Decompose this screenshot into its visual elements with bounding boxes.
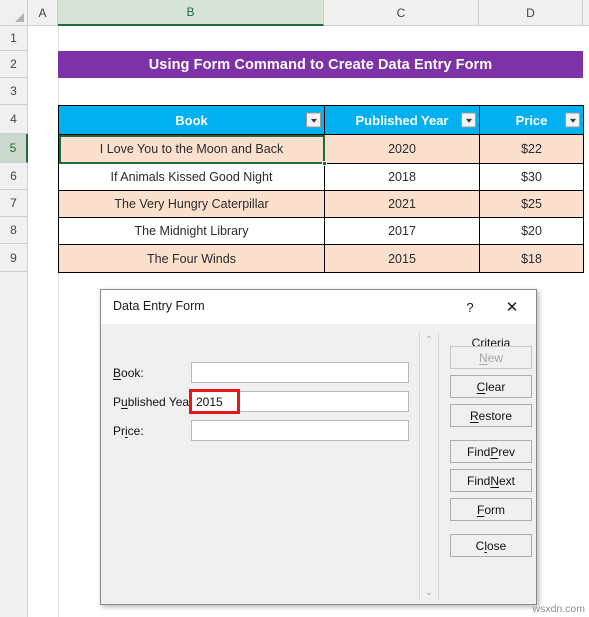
row-header-filler	[0, 272, 28, 617]
filter-dropdown-icon[interactable]	[461, 112, 476, 128]
table-row: If Animals Kissed Good Night 2018 $30	[58, 163, 584, 191]
table-cell-price[interactable]: $30	[479, 163, 584, 191]
table-cell-book[interactable]: The Very Hungry Caterpillar	[58, 190, 325, 218]
select-all-corner[interactable]	[0, 0, 28, 26]
table-header-cell: Published Year	[324, 105, 480, 135]
row-header-7[interactable]: 7	[0, 190, 28, 217]
field-label: Published Year:	[113, 395, 197, 409]
dialog-body: Book: Published Year: 2015 Price: ⌃ ⌄ Crite…	[101, 324, 536, 604]
row-header-5[interactable]: 5	[0, 134, 28, 163]
help-icon[interactable]: ?	[458, 296, 482, 318]
dialog-titlebar[interactable]: Data Entry Form ? ✕	[101, 290, 536, 324]
table-row: The Four Winds 2015 $18	[58, 244, 584, 273]
table-cell-book[interactable]: I Love You to the Moon and Back	[58, 134, 327, 166]
column-header-b[interactable]: B	[58, 0, 324, 26]
table-cell-book[interactable]: If Animals Kissed Good Night	[58, 163, 325, 191]
data-entry-form-dialog: Data Entry Form ? ✕ Book: Published Year:…	[100, 289, 537, 605]
table-header-row: Book Published Year Price	[58, 105, 584, 135]
selection-fill-handle[interactable]	[322, 161, 327, 166]
scroll-up-icon[interactable]: ⌃	[420, 332, 438, 348]
table-header-label: Book	[175, 112, 208, 128]
dialog-title: Data Entry Form	[113, 299, 205, 313]
table-cell-price[interactable]: $18	[479, 244, 584, 273]
filter-dropdown-icon[interactable]	[306, 112, 321, 128]
field-input[interactable]	[191, 420, 409, 441]
find-prev-button[interactable]: Find Prev	[450, 440, 532, 463]
table-body: I Love You to the Moon and Back 2020 $22 If…	[58, 134, 584, 273]
record-scrollbar[interactable]: ⌃ ⌄	[419, 332, 439, 600]
row-header-9[interactable]: 9	[0, 244, 28, 272]
table-cell-book[interactable]: The Four Winds	[58, 244, 325, 273]
filter-dropdown-icon[interactable]	[565, 112, 580, 128]
watermark: wsxdn.com	[532, 603, 585, 615]
table-cell-price[interactable]: $20	[479, 217, 584, 245]
close-button[interactable]: Cl ose	[450, 534, 532, 557]
form-button[interactable]: Form	[450, 498, 532, 521]
scroll-down-icon[interactable]: ⌄	[420, 584, 438, 600]
field-label: Book:	[113, 366, 144, 380]
row-header-3[interactable]: 3	[0, 78, 28, 105]
close-icon[interactable]: ✕	[500, 296, 524, 318]
field-input[interactable]: 2015	[191, 391, 409, 412]
table-row: I Love You to the Moon and Back 2020 $22	[58, 134, 584, 166]
column-header-d[interactable]: D	[479, 0, 583, 26]
field-input[interactable]	[191, 362, 409, 383]
column-header-a[interactable]: A	[28, 0, 58, 26]
table-cell-book[interactable]: The Midnight Library	[58, 217, 325, 245]
field-label: Price:	[113, 424, 144, 438]
table-cell-year[interactable]: 2018	[324, 163, 480, 191]
row-header-6[interactable]: 6	[0, 163, 28, 190]
table-row: The Midnight Library 2017 $20	[58, 217, 584, 245]
table-row: The Very Hungry Caterpillar 2021 $25	[58, 190, 584, 218]
row-header-4[interactable]: 4	[0, 105, 28, 134]
new-button: New	[450, 346, 532, 369]
table-cell-year[interactable]: 2017	[324, 217, 480, 245]
table-cell-year[interactable]: 2020	[324, 134, 480, 164]
table-header-label: Published Year	[355, 112, 449, 128]
find-next-button[interactable]: Find Next	[450, 469, 532, 492]
table-cell-price[interactable]: $22	[479, 134, 584, 164]
row-header-2[interactable]: 2	[0, 51, 28, 78]
sheet-title-banner: Using Form Command to Create Data Entry …	[58, 51, 583, 78]
row-header-1[interactable]: 1	[0, 26, 28, 51]
row-header-8[interactable]: 8	[0, 217, 28, 244]
restore-button[interactable]: Restore	[450, 404, 532, 427]
clear-button[interactable]: Clear	[450, 375, 532, 398]
table-cell-year[interactable]: 2015	[324, 244, 480, 273]
table-header-label: Price	[515, 112, 548, 128]
table-cell-price[interactable]: $25	[479, 190, 584, 218]
table-header-cell: Book	[58, 105, 325, 135]
column-header-c[interactable]: C	[324, 0, 479, 26]
table-header-cell: Price	[479, 105, 584, 135]
data-table: Book Published Year Price I Love You to th…	[58, 105, 584, 273]
table-cell-year[interactable]: 2021	[324, 190, 480, 218]
select-all-triangle-icon	[15, 13, 24, 22]
